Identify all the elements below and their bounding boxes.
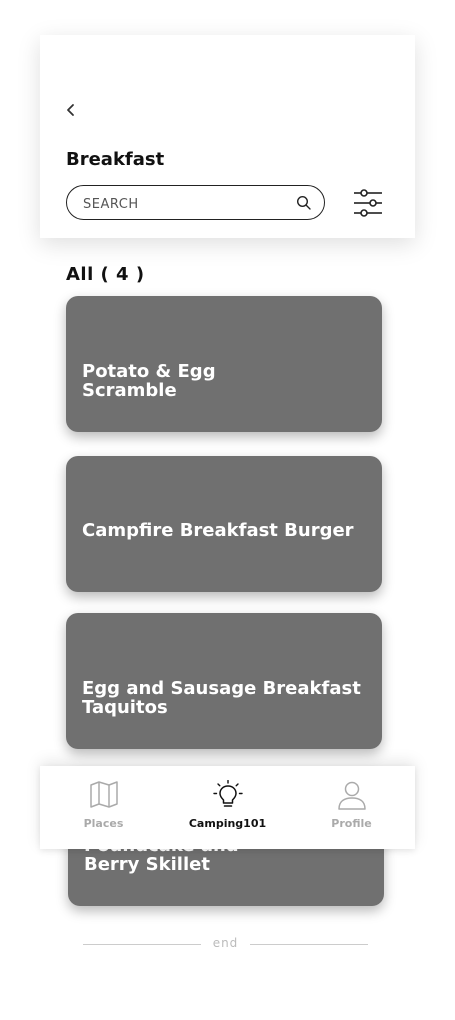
search-icon[interactable] xyxy=(296,195,312,211)
lightbulb-icon xyxy=(212,780,243,807)
recipe-card-title: Egg and Sausage Breakfast Taquitos xyxy=(82,678,361,718)
tab-label: Camping101 xyxy=(188,817,267,830)
list-end-marker: end xyxy=(83,936,368,952)
bottom-tab-bar: Places Camping101 Profile xyxy=(40,766,415,849)
back-button[interactable] xyxy=(64,99,78,121)
recipe-card[interactable]: Potato & Egg Scramble xyxy=(66,296,382,432)
list-count: All ( 4 ) xyxy=(66,264,145,285)
divider xyxy=(250,944,368,945)
recipe-card[interactable]: Egg and Sausage Breakfast Taquitos xyxy=(66,613,382,749)
page-title: Breakfast xyxy=(66,149,165,170)
recipe-card-title: Campfire Breakfast Burger xyxy=(82,520,354,541)
map-icon xyxy=(89,781,118,808)
recipe-card[interactable]: Campfire Breakfast Burger xyxy=(66,456,382,592)
tab-profile[interactable]: Profile xyxy=(289,766,414,849)
end-label: end xyxy=(212,936,239,950)
search-box[interactable] xyxy=(66,185,325,220)
user-icon xyxy=(337,781,366,810)
tab-camping101[interactable]: Camping101 xyxy=(165,766,290,849)
search-input[interactable] xyxy=(81,193,285,215)
header: Breakfast xyxy=(40,35,415,238)
tab-label: Profile xyxy=(331,817,372,830)
chevron-left-icon xyxy=(67,104,74,116)
filter-button[interactable] xyxy=(352,187,384,219)
recipe-card-title: Potato & Egg Scramble xyxy=(82,361,216,401)
sliders-icon xyxy=(354,189,382,217)
tab-places[interactable]: Places xyxy=(41,766,166,849)
tab-label: Places xyxy=(83,817,124,830)
